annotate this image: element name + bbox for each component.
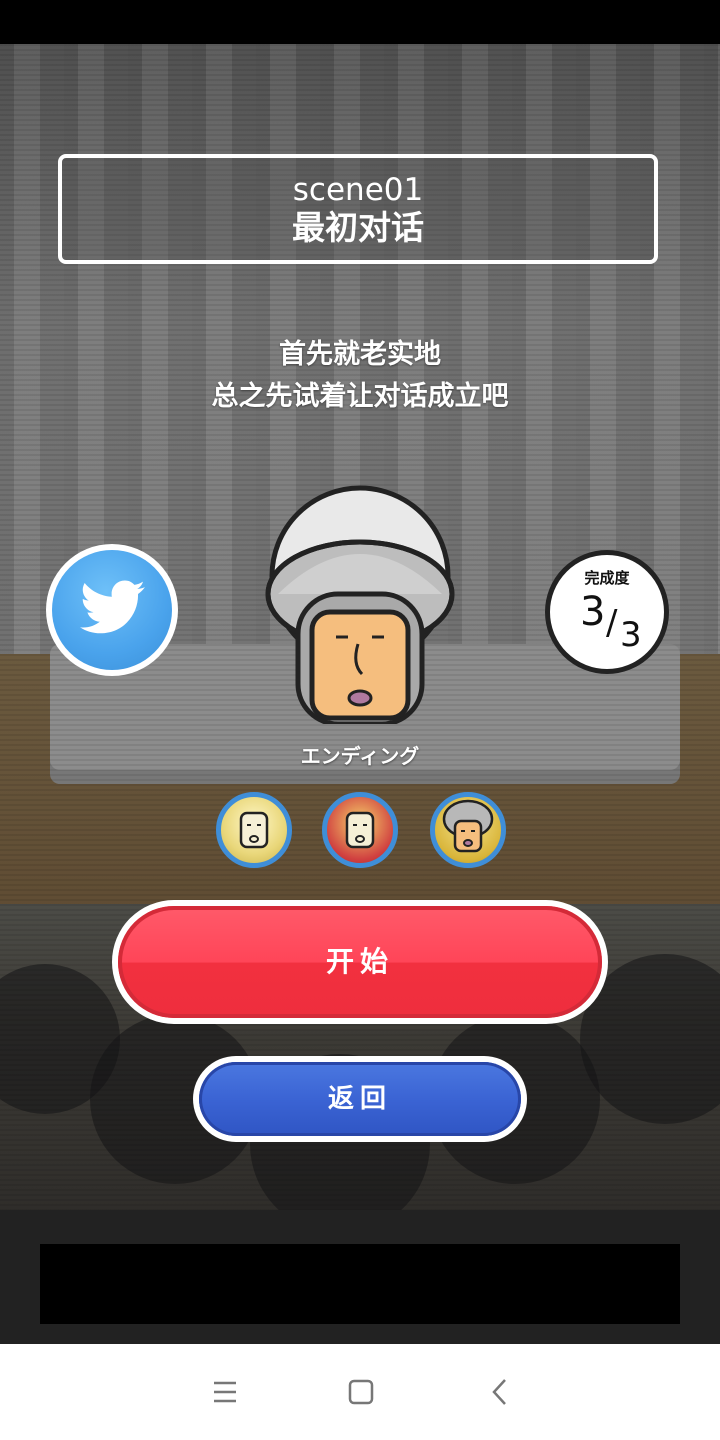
character-portrait [265, 485, 455, 724]
description-line: 首先就老实地 [279, 339, 441, 370]
system-nav-bar [0, 1344, 720, 1440]
scene-id: scene01 [292, 172, 424, 208]
ending-thumbnail-3[interactable] [430, 792, 506, 868]
scene-description: 首先就老实地 总之先试着让对话成立吧 [0, 334, 720, 418]
completion-current: 3 [580, 589, 606, 635]
completion-total: 3 [620, 615, 642, 655]
start-button[interactable]: 开始 [112, 900, 608, 1024]
twitter-button-face [52, 550, 172, 670]
status-bar [0, 0, 720, 44]
ending-thumbnail-2[interactable] [322, 792, 398, 868]
scene-name: 最初对话 [292, 208, 424, 247]
ending-thumbnail-1[interactable] [216, 792, 292, 868]
twitter-share-button[interactable] [46, 544, 178, 676]
scene-title-box: scene01 最初对话 [58, 154, 658, 264]
description-line: 总之先试着让对话成立吧 [211, 381, 509, 412]
twitter-bird-icon [80, 580, 145, 634]
menu-icon[interactable] [205, 1372, 245, 1412]
completion-slash: / [606, 603, 618, 643]
completion-badge: 完成度 3 / 3 [545, 550, 669, 674]
start-button-label: 开始 [118, 906, 602, 1018]
back-button-label: 返回 [199, 1062, 521, 1136]
ending-label: エンディング [300, 744, 420, 768]
game-screen: scene01 最初对话 首先就老实地 总之先试着让对话成立吧 完成度 3 / … [0, 0, 720, 1440]
ending-portrait-red-icon [345, 811, 375, 849]
ad-banner-area [40, 1244, 680, 1324]
game-area: scene01 最初对话 首先就老实地 总之先试着让对话成立吧 完成度 3 / … [0, 44, 720, 1210]
ending-portrait-gray-icon [442, 799, 494, 853]
back-icon[interactable] [480, 1372, 520, 1412]
back-button[interactable]: 返回 [193, 1056, 527, 1142]
completion-label: 完成度 [584, 569, 630, 587]
ending-portrait-yellow-icon [239, 811, 269, 849]
home-icon[interactable] [341, 1372, 381, 1412]
